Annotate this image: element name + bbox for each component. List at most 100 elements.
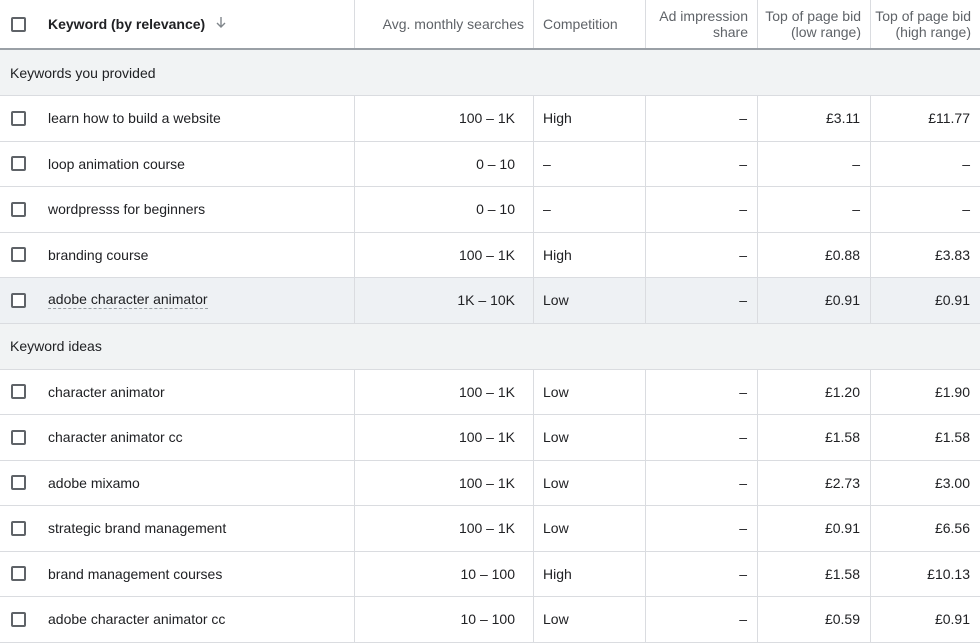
avg-searches-cell: 10 – 100 xyxy=(355,597,534,642)
keyword-text[interactable]: adobe character animator xyxy=(48,291,208,310)
keyword-text[interactable]: branding course xyxy=(48,247,148,263)
keyword-text[interactable]: character animator xyxy=(48,384,165,400)
avg-searches-cell: 10 – 100 xyxy=(355,551,534,596)
row-checkbox[interactable] xyxy=(11,520,26,536)
high-bid-cell: – xyxy=(962,155,970,172)
keyword-table: Keyword (by relevance) Avg. monthly sear… xyxy=(0,0,980,643)
high-bid-cell: £3.00 xyxy=(934,474,970,491)
table-row[interactable]: adobe character animator 1K – 10K Low – … xyxy=(0,278,980,324)
row-checkbox[interactable] xyxy=(11,292,26,308)
keyword-cell: character animator xyxy=(0,369,355,414)
avg-searches-cell: 0 – 10 xyxy=(355,141,534,186)
low-bid-cell: £0.91 xyxy=(758,278,871,323)
competition-cell: Low xyxy=(534,597,646,642)
keyword-cell: wordpresss for beginners xyxy=(0,187,355,232)
row-checkbox[interactable] xyxy=(11,201,26,217)
keyword-text[interactable]: character animator cc xyxy=(48,429,183,445)
table-row[interactable]: adobe mixamo 100 – 1K Low – £2.73 £3.00 xyxy=(0,460,980,506)
header-competition-label: Competition xyxy=(543,16,618,32)
table-row[interactable]: character animator cc 100 – 1K Low – £1.… xyxy=(0,415,980,461)
table-row[interactable]: branding course 100 – 1K High – £0.88 £3… xyxy=(0,232,980,278)
keyword-cell: character animator cc xyxy=(0,415,355,460)
keyword-text[interactable]: wordpresss for beginners xyxy=(48,201,205,217)
table-row[interactable]: loop animation course 0 – 10 – – – – xyxy=(0,141,980,187)
competition-cell: – xyxy=(534,187,646,232)
row-checkbox[interactable] xyxy=(11,566,26,582)
arrow-down-icon[interactable] xyxy=(215,16,227,32)
low-bid-cell: £0.59 xyxy=(758,597,871,642)
low-bid-cell: – xyxy=(758,141,871,186)
low-bid-cell: – xyxy=(758,187,871,232)
header-low-bid[interactable]: Top of page bid (low range) xyxy=(758,0,871,48)
avg-searches-cell: 100 – 1K xyxy=(355,506,534,551)
row-checkbox[interactable] xyxy=(11,429,26,445)
header-avg-searches[interactable]: Avg. monthly searches xyxy=(355,0,534,48)
competition-cell: Low xyxy=(534,369,646,414)
header-ad-share-label: Ad impression share xyxy=(659,8,748,40)
header-low-bid-label: Top of page bid (low range) xyxy=(765,8,861,40)
avg-searches-cell: 100 – 1K xyxy=(355,415,534,460)
ad-share-cell: – xyxy=(646,141,758,186)
keyword-cell: adobe character animator cc xyxy=(0,597,355,642)
header-competition[interactable]: Competition xyxy=(534,0,646,48)
header-keyword-label[interactable]: Keyword (by relevance) xyxy=(48,16,205,32)
keyword-text[interactable]: strategic brand management xyxy=(48,520,226,536)
header-ad-share[interactable]: Ad impression share xyxy=(646,0,758,48)
ad-share-cell: – xyxy=(646,369,758,414)
competition-cell: Low xyxy=(534,278,646,323)
select-all-checkbox[interactable] xyxy=(11,16,26,32)
low-bid-cell: £0.88 xyxy=(758,232,871,277)
low-bid-cell: £1.58 xyxy=(758,551,871,596)
row-checkbox[interactable] xyxy=(11,247,26,263)
ad-share-cell: – xyxy=(646,506,758,551)
ad-share-cell: – xyxy=(646,597,758,642)
table-row[interactable]: adobe character animator cc 10 – 100 Low… xyxy=(0,597,980,643)
ad-share-cell: – xyxy=(646,96,758,141)
keyword-text[interactable]: adobe character animator cc xyxy=(48,611,225,627)
keyword-text[interactable]: learn how to build a website xyxy=(48,110,221,126)
competition-cell: High xyxy=(534,232,646,277)
keyword-cell: adobe character animator xyxy=(0,278,355,323)
table-row[interactable]: wordpresss for beginners 0 – 10 – – – – xyxy=(0,187,980,233)
high-bid-cell: £10.13 xyxy=(927,565,970,582)
avg-searches-cell: 0 – 10 xyxy=(355,187,534,232)
high-bid-cell: £1.90 xyxy=(934,383,970,400)
header-high-bid-label: Top of page bid (high range) xyxy=(875,8,971,40)
ad-share-cell: – xyxy=(646,460,758,505)
keyword-cell: brand management courses xyxy=(0,551,355,596)
competition-cell: High xyxy=(534,551,646,596)
keyword-text[interactable]: brand management courses xyxy=(48,566,222,582)
row-checkbox[interactable] xyxy=(11,611,26,627)
keyword-text[interactable]: adobe mixamo xyxy=(48,475,140,491)
low-bid-cell: £2.73 xyxy=(758,460,871,505)
keyword-cell: adobe mixamo xyxy=(0,460,355,505)
keyword-text[interactable]: loop animation course xyxy=(48,156,185,172)
table-row[interactable]: strategic brand management 100 – 1K Low … xyxy=(0,506,980,552)
high-bid-cell: – xyxy=(962,201,970,218)
high-bid-cell: £0.91 xyxy=(934,292,970,309)
keyword-cell: loop animation course xyxy=(0,141,355,186)
section-keywords-provided: Keywords you provided xyxy=(0,50,980,96)
header-keyword-cell[interactable]: Keyword (by relevance) xyxy=(0,0,355,48)
ad-share-cell: – xyxy=(646,415,758,460)
competition-cell: Low xyxy=(534,506,646,551)
keyword-cell: learn how to build a website xyxy=(0,96,355,141)
high-bid-cell: £1.58 xyxy=(934,429,970,446)
header-avg-searches-label: Avg. monthly searches xyxy=(382,16,524,32)
table-row[interactable]: learn how to build a website 100 – 1K Hi… xyxy=(0,96,980,142)
table-row[interactable]: brand management courses 10 – 100 High –… xyxy=(0,551,980,597)
avg-searches-cell: 100 – 1K xyxy=(355,96,534,141)
ad-share-cell: – xyxy=(646,278,758,323)
avg-searches-cell: 100 – 1K xyxy=(355,369,534,414)
row-checkbox[interactable] xyxy=(11,110,26,126)
high-bid-cell: £0.91 xyxy=(934,611,970,628)
row-checkbox[interactable] xyxy=(11,475,26,491)
high-bid-cell: £11.77 xyxy=(928,110,970,127)
row-checkbox[interactable] xyxy=(11,384,26,400)
ad-share-cell: – xyxy=(646,187,758,232)
table-row[interactable]: character animator 100 – 1K Low – £1.20 … xyxy=(0,369,980,415)
header-high-bid[interactable]: Top of page bid (high range) xyxy=(871,0,980,48)
row-checkbox[interactable] xyxy=(11,156,26,172)
table-header: Keyword (by relevance) Avg. monthly sear… xyxy=(0,0,980,50)
high-bid-cell: £6.56 xyxy=(934,520,970,537)
